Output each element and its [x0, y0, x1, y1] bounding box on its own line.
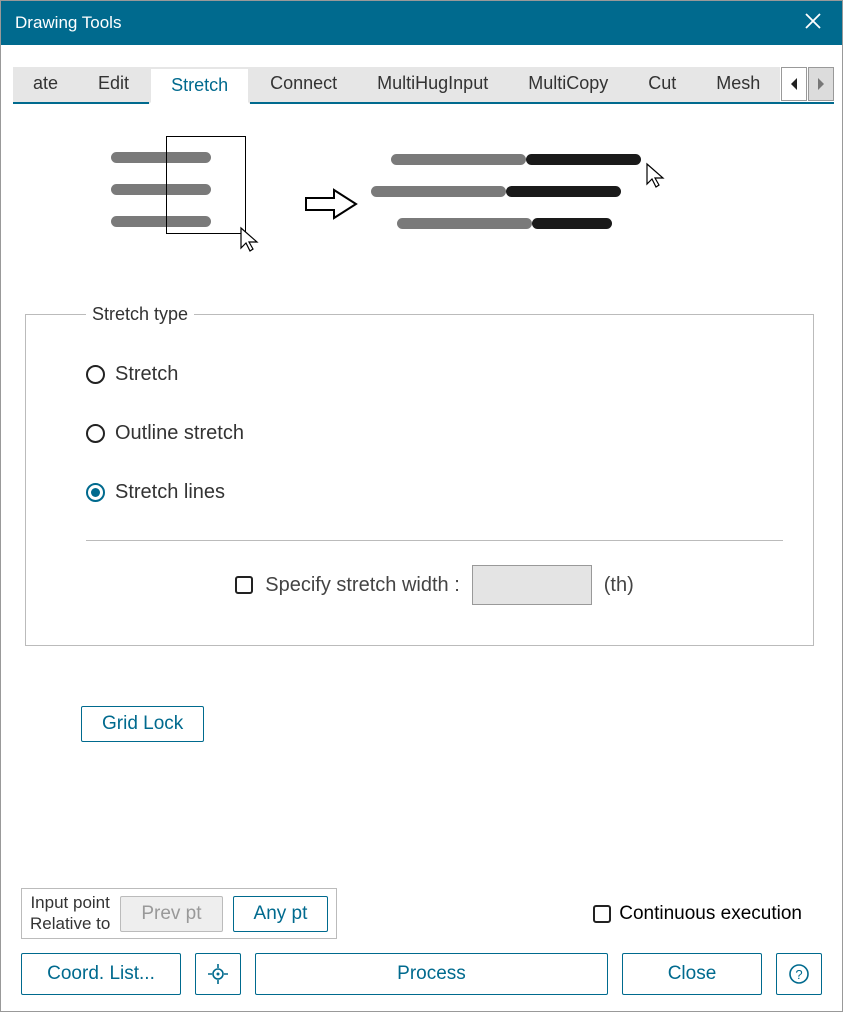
stretch-type-legend: Stretch type [86, 304, 194, 325]
specify-width-label: Specify stretch width : [265, 574, 460, 597]
illustration-after [391, 154, 691, 254]
titlebar: Drawing Tools [1, 1, 842, 45]
width-unit-label: (th) [604, 574, 634, 597]
any-pt-button[interactable]: Any pt [233, 896, 329, 932]
tab-cut[interactable]: Cut [628, 67, 696, 102]
tab-scroll-right-button[interactable] [808, 67, 834, 101]
tab-mesh[interactable]: Mesh [696, 67, 780, 102]
stretch-width-input[interactable] [472, 565, 592, 605]
close-button[interactable]: Close [622, 953, 762, 995]
cursor-icon [239, 226, 259, 252]
input-point-row: Input point Relative to Prev pt Any pt C… [21, 888, 822, 939]
tab-scroll-nav [780, 67, 834, 104]
action-row: Coord. List... Process Close ? [21, 953, 822, 995]
gridlock-row: Grid Lock [81, 706, 822, 742]
cursor-icon [645, 162, 665, 188]
tab-ate[interactable]: ate [13, 67, 78, 102]
radio-label: Outline stretch [115, 422, 244, 445]
radio-stretch-lines[interactable]: Stretch lines [86, 481, 783, 504]
help-button[interactable]: ? [776, 953, 822, 995]
continuous-execution-checkbox[interactable] [593, 905, 611, 923]
crosshair-icon [207, 963, 229, 985]
tab-content: Stretch type Stretch Outline stretch Str… [1, 104, 842, 878]
radio-icon [86, 365, 105, 384]
close-icon[interactable] [798, 9, 828, 37]
bottom-area: Input point Relative to Prev pt Any pt C… [1, 878, 842, 1011]
radio-icon [86, 424, 105, 443]
input-point-group: Input point Relative to Prev pt Any pt [21, 888, 337, 939]
specify-width-row: Specify stretch width : (th) [86, 565, 783, 605]
radio-stretch[interactable]: Stretch [86, 363, 783, 386]
tabbar: ate Edit Stretch Connect MultiHugInput M… [1, 45, 842, 104]
tab-stretch[interactable]: Stretch [149, 67, 250, 104]
tab-multihuginput[interactable]: MultiHugInput [357, 67, 508, 102]
specify-width-checkbox[interactable] [235, 576, 253, 594]
window-title: Drawing Tools [15, 13, 121, 33]
stretch-illustration [21, 124, 822, 304]
target-point-button[interactable] [195, 953, 241, 995]
svg-text:?: ? [795, 967, 802, 982]
tab-scroll-left-button[interactable] [781, 67, 807, 101]
arrow-icon [301, 184, 361, 224]
process-button[interactable]: Process [255, 953, 608, 995]
prev-pt-button: Prev pt [120, 896, 222, 932]
tabs: ate Edit Stretch Connect MultiHugInput M… [13, 67, 780, 104]
continuous-execution-label: Continuous execution [619, 903, 802, 925]
divider [86, 540, 783, 541]
continuous-execution-row: Continuous execution [593, 903, 802, 925]
radio-icon-selected [86, 483, 105, 502]
tab-edit[interactable]: Edit [78, 67, 149, 102]
radio-label: Stretch [115, 363, 178, 386]
illustration-before [111, 144, 271, 264]
stretch-type-group: Stretch type Stretch Outline stretch Str… [25, 304, 814, 646]
radio-outline-stretch[interactable]: Outline stretch [86, 422, 783, 445]
input-point-label: Input point Relative to [30, 893, 110, 934]
coord-list-button[interactable]: Coord. List... [21, 953, 181, 995]
grid-lock-button[interactable]: Grid Lock [81, 706, 204, 742]
help-icon: ? [788, 963, 810, 985]
radio-label: Stretch lines [115, 481, 225, 504]
tab-multicopy[interactable]: MultiCopy [508, 67, 628, 102]
tab-connect[interactable]: Connect [250, 67, 357, 102]
